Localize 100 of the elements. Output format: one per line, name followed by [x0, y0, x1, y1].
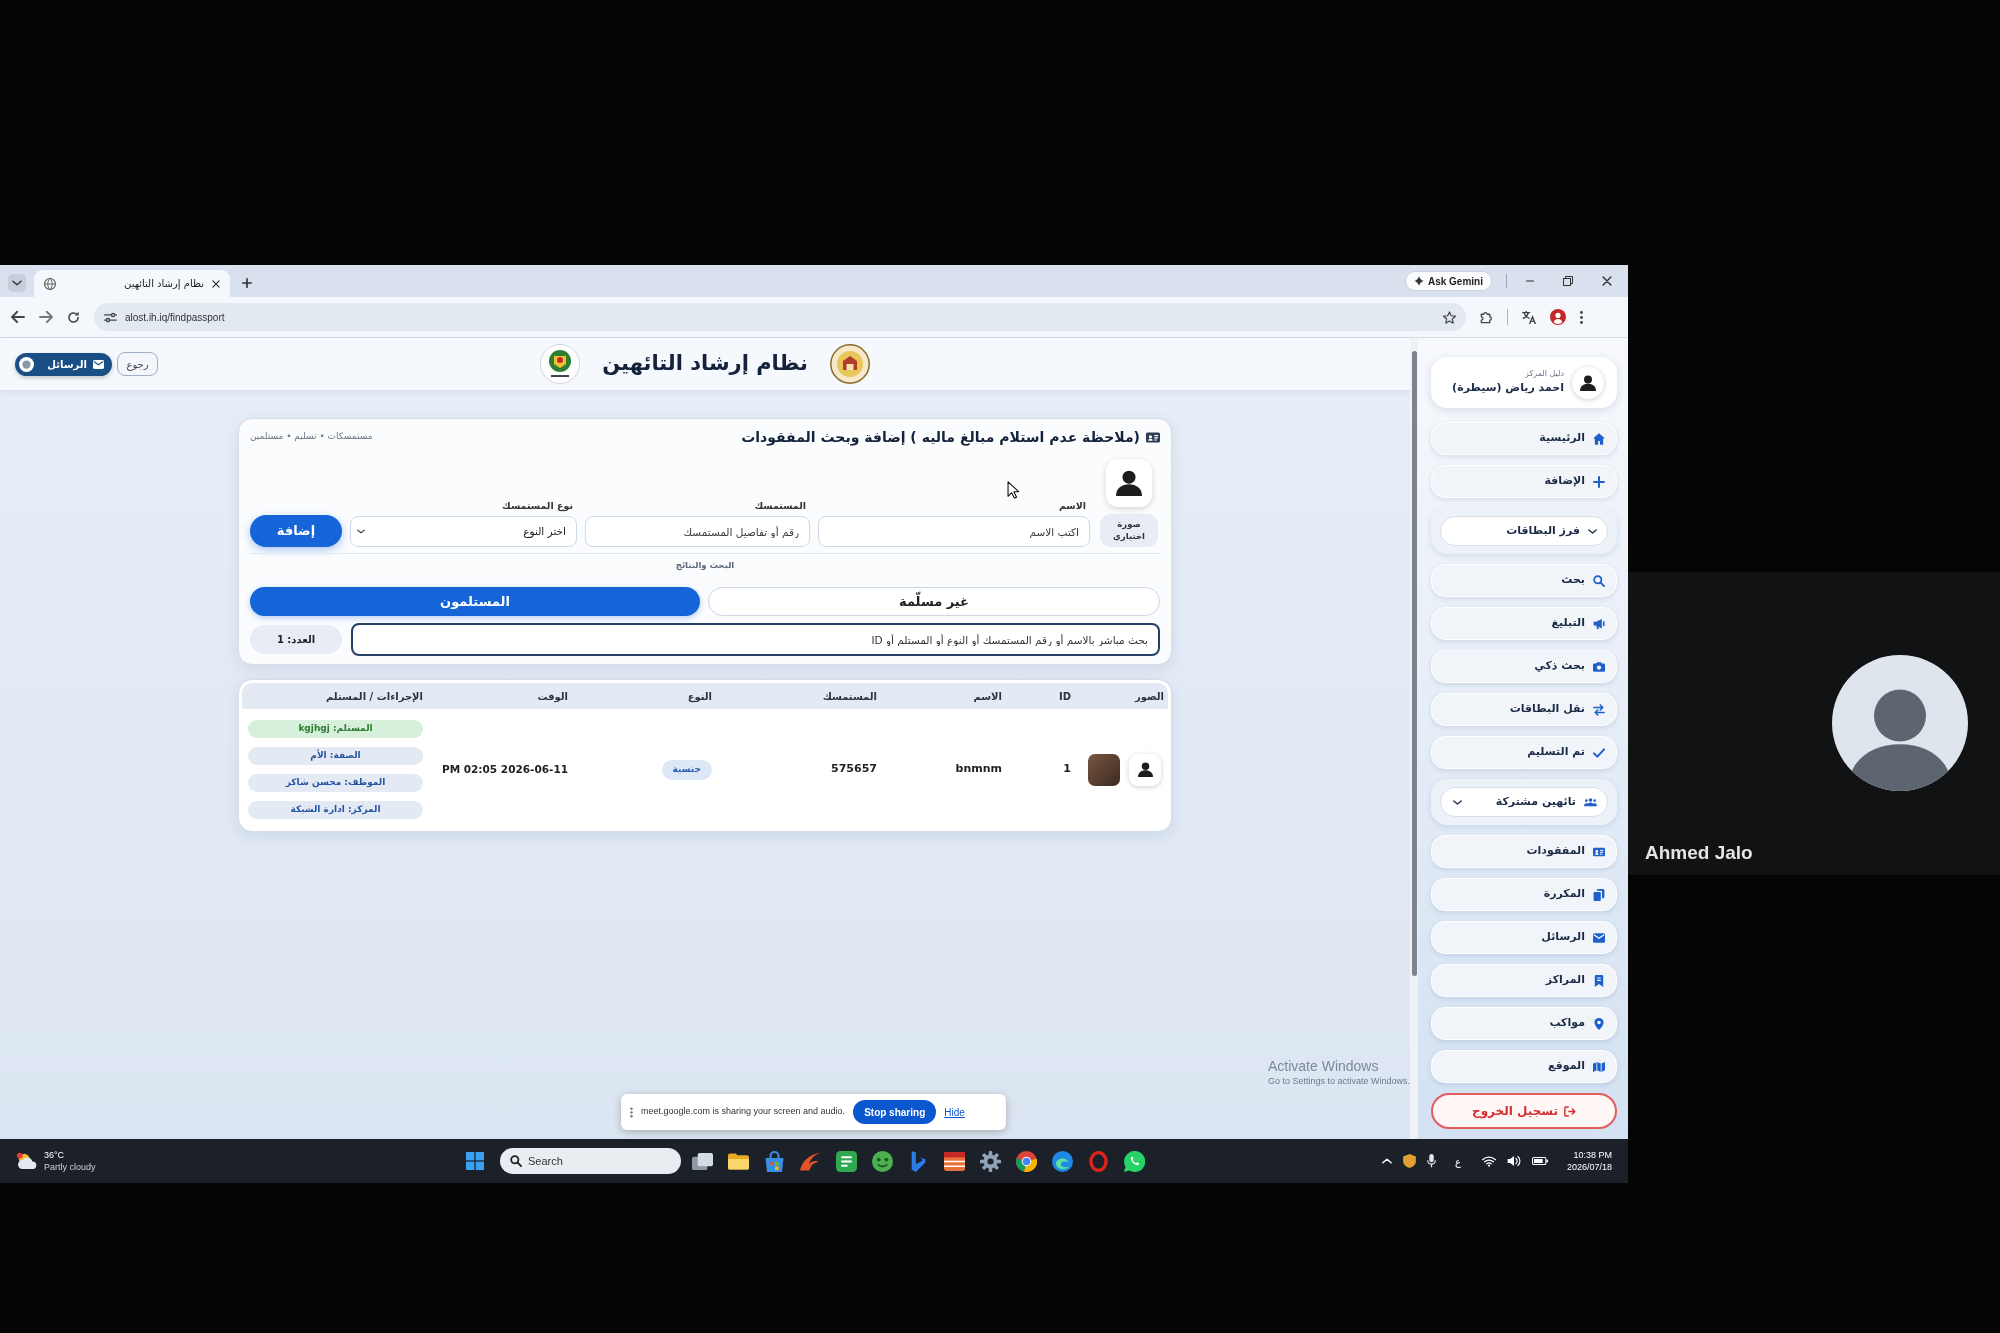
- table-cell-text: PM 02:05 2026-06-11: [441, 761, 568, 777]
- column-header: ID: [1057, 689, 1071, 704]
- document-type-select[interactable]: اختر النوع: [350, 516, 577, 547]
- back-button[interactable]: رجوع: [117, 352, 158, 376]
- windows-logo-icon[interactable]: [466, 1152, 484, 1170]
- profile-avatar-icon[interactable]: [1550, 309, 1566, 325]
- shopping-bag-icon[interactable]: [764, 1150, 785, 1172]
- chevron-down-icon: [357, 529, 365, 534]
- puzzle-piece-icon[interactable]: [1480, 310, 1493, 324]
- wifi-icon[interactable]: [1481, 1155, 1496, 1167]
- scrollbar-thumb[interactable]: [1411, 351, 1417, 976]
- input-language[interactable]: ع: [1455, 1153, 1461, 1169]
- battery-icon[interactable]: [1531, 1157, 1548, 1165]
- person-icon[interactable]: [1106, 459, 1152, 507]
- field-label: المستمسك: [753, 498, 807, 513]
- people-icon: [1584, 797, 1597, 807]
- sidebar-item[interactable]: بحث ذكي: [1431, 650, 1617, 683]
- user-name: احمد رياض (سيطرة): [1452, 380, 1564, 397]
- share-message: meet.google.com is sharing your screen and audio.: [641, 1105, 846, 1119]
- wave-circle-icon[interactable]: [1052, 1150, 1073, 1172]
- window-stack-icon[interactable]: [692, 1150, 713, 1172]
- address-bar[interactable]: alost.ih.iq/findpassport: [94, 303, 1466, 331]
- sidebar-item[interactable]: فرز البطاقات: [1440, 516, 1608, 546]
- browser-tab[interactable]: نظام إرشاد التائهين: [34, 270, 230, 297]
- tune-icon[interactable]: [104, 311, 117, 323]
- column-header: الاسم: [972, 689, 1002, 704]
- striped-tile-icon[interactable]: [944, 1150, 965, 1172]
- sidebar-item[interactable]: المراكز: [1431, 964, 1617, 997]
- id-card-icon: [1146, 431, 1160, 443]
- clock-date[interactable]: 2026/07/18: [1566, 1161, 1612, 1173]
- smiley-circle-icon[interactable]: [872, 1150, 893, 1172]
- plus-icon: [1593, 475, 1605, 488]
- location-pin-icon: [1593, 1017, 1605, 1030]
- sun-cloud-icon[interactable]: [16, 1152, 38, 1170]
- ring-icon[interactable]: [1088, 1150, 1109, 1172]
- weather-temperature: 36°C: [44, 1149, 66, 1161]
- sidebar-item[interactable]: التبليغ: [1431, 607, 1617, 640]
- segmented-circle-icon[interactable]: [1016, 1150, 1037, 1172]
- recipient-tag: المستلم: kgjhgj: [248, 720, 423, 738]
- detail-tag: الموظف: محسن شاكر: [248, 774, 423, 792]
- restore-icon[interactable]: [1563, 276, 1573, 286]
- settings-icon[interactable]: [980, 1150, 1001, 1172]
- clock-time[interactable]: 10:38 PM: [1573, 1149, 1612, 1161]
- messages-button[interactable]: الرسائل: [15, 352, 112, 376]
- weather-condition: Partly cloudy: [44, 1161, 96, 1173]
- document-input[interactable]: رقم أو تفاصيل المستمسك: [585, 516, 810, 547]
- plus-icon[interactable]: [242, 278, 252, 288]
- swoosh-icon[interactable]: [800, 1150, 821, 1172]
- ask-gemini-button[interactable]: Ask Gemini: [1404, 271, 1492, 291]
- logout-button[interactable]: تسجيل الخروج: [1431, 1093, 1617, 1129]
- close-icon[interactable]: [1602, 276, 1612, 286]
- field-label: نوع المستمسك: [501, 498, 574, 513]
- add-button[interactable]: إضافة: [250, 515, 342, 547]
- type-tag: جنسية: [661, 759, 712, 780]
- name-input[interactable]: اكتب الاسم: [818, 516, 1090, 547]
- detail-tag: الصفة: الأم: [248, 747, 423, 765]
- sidebar-item[interactable]: الرسائل: [1431, 921, 1617, 954]
- taskbar-search-field[interactable]: Search: [500, 1148, 681, 1174]
- chat-bubble-icon[interactable]: [1124, 1150, 1145, 1172]
- sidebar-item[interactable]: مواكب: [1431, 1007, 1617, 1040]
- sidebar-item[interactable]: الإضافة: [1431, 465, 1617, 498]
- camera-icon: [1593, 660, 1605, 673]
- microphone-icon[interactable]: [1427, 1154, 1436, 1168]
- back-arrow-icon[interactable]: [11, 311, 25, 323]
- shield-icon[interactable]: [1403, 1154, 1416, 1168]
- filter-tab[interactable]: غير مسلّمة: [708, 587, 1160, 616]
- sidebar-item[interactable]: نقل البطاقات: [1431, 693, 1617, 726]
- stop-sharing-button[interactable]: Stop sharing: [853, 1100, 937, 1124]
- drag-handle-icon[interactable]: [630, 1106, 633, 1118]
- search-icon: [1593, 574, 1605, 587]
- sidebar-item[interactable]: تم التسليم: [1431, 736, 1617, 769]
- seal-logo: [829, 344, 870, 384]
- sidebar-item[interactable]: المكررة: [1431, 878, 1617, 911]
- sidebar-item[interactable]: الرئيسية: [1431, 422, 1617, 455]
- person-icon: [1129, 753, 1161, 786]
- sidebar-item[interactable]: تائهين مشتركة: [1440, 787, 1608, 817]
- envelope-icon: [93, 359, 104, 369]
- speaker-icon[interactable]: [1506, 1155, 1521, 1167]
- sheet-icon[interactable]: [836, 1150, 857, 1172]
- forward-arrow-icon[interactable]: [39, 311, 53, 323]
- hide-link[interactable]: Hide: [944, 1104, 965, 1120]
- chevron-up-icon[interactable]: [1382, 1158, 1392, 1164]
- more-menu-icon[interactable]: [1580, 310, 1583, 324]
- crest-logo: [540, 344, 581, 384]
- sidebar-item[interactable]: المفقودات: [1431, 835, 1617, 868]
- envelope-icon: [1593, 931, 1605, 944]
- sidebar-item[interactable]: بحث: [1431, 564, 1617, 597]
- translate-icon[interactable]: [1522, 310, 1536, 324]
- sidebar-item[interactable]: الموقع: [1431, 1050, 1617, 1083]
- reload-icon[interactable]: [67, 310, 80, 324]
- filter-tab[interactable]: المستلمون: [250, 587, 700, 616]
- minimize-icon[interactable]: [1525, 280, 1535, 282]
- field-label: الاسم: [1057, 498, 1087, 513]
- folder-icon[interactable]: [728, 1150, 749, 1172]
- tab-list-button[interactable]: [8, 274, 26, 292]
- swap-arrows-icon: [1593, 703, 1605, 716]
- detail-tag: المركز: ادارة الشبكة: [248, 801, 423, 819]
- star-icon[interactable]: [1443, 310, 1456, 324]
- close-icon[interactable]: [212, 279, 220, 288]
- search-input[interactable]: بحث مباشر بالاسم أو رقم المستمسك أو النوع أو المستلم أو ID: [351, 623, 1160, 656]
